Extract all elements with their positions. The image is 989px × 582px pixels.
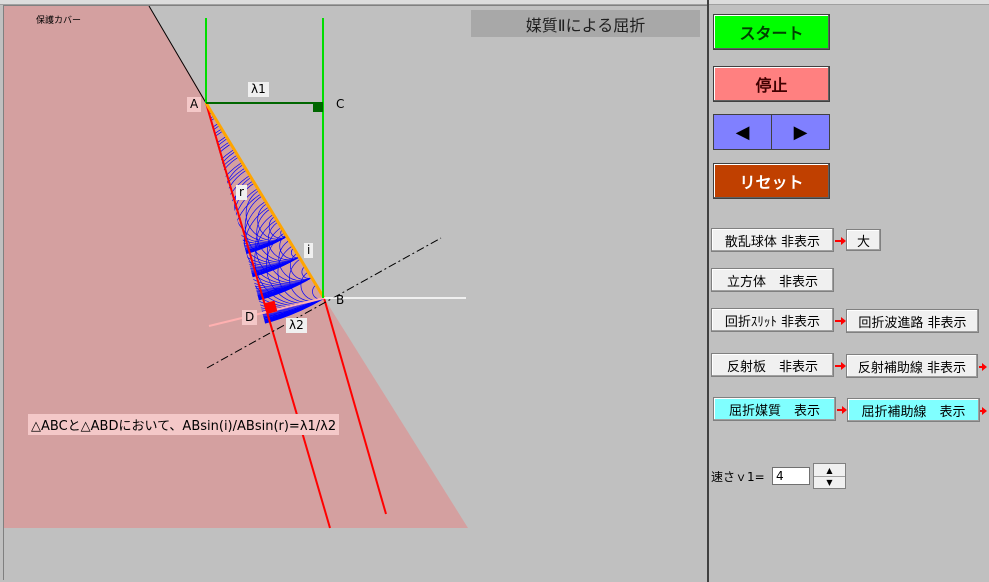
refract-guide-toggle[interactable]: 屈折補助線 表示 xyxy=(847,398,980,422)
speed-input[interactable] xyxy=(772,467,810,485)
triangle-left-icon: ◀ xyxy=(735,121,750,143)
triangle-right-icon: ▶ xyxy=(793,121,808,143)
angle-r-label: r xyxy=(236,185,247,200)
stop-button[interactable]: 停止 xyxy=(713,66,830,102)
start-button[interactable]: スタート xyxy=(713,14,830,50)
step-buttons: ◀ ▶ xyxy=(713,114,830,150)
speed-spinner: ▲ ▼ xyxy=(813,463,846,489)
reset-button[interactable]: リセット xyxy=(713,163,830,199)
spin-down-button[interactable]: ▼ xyxy=(814,476,845,488)
panel-divider xyxy=(707,0,709,582)
refraction-diagram xyxy=(4,6,468,529)
right-angle-c xyxy=(313,102,323,112)
refraction-medium xyxy=(4,6,468,528)
simulation-title: 媒質Ⅱによる屈折 xyxy=(471,10,700,37)
point-d-label: D xyxy=(242,310,258,325)
size-button[interactable]: 大 xyxy=(846,229,881,251)
red-arrow-icon xyxy=(979,363,987,371)
point-c-label: C xyxy=(336,97,345,111)
red-arrow-icon xyxy=(980,407,987,415)
angle-i-label: i xyxy=(304,243,314,258)
red-arrow-icon xyxy=(835,362,846,370)
slit-toggle[interactable]: 回折ｽﾘｯﾄ 非表示 xyxy=(711,308,834,332)
red-arrow-icon xyxy=(835,237,846,245)
snell-formula: △ABCと△ABDにおいて、ABsin(i)/ABsin(r)=λ1/λ2 xyxy=(28,414,340,435)
scatter-sphere-toggle[interactable]: 散乱球体 非表示 xyxy=(711,228,834,252)
reflect-guide-toggle[interactable]: 反射補助線 非表示 xyxy=(846,354,978,378)
medium-toggle[interactable]: 屈折媒質 表示 xyxy=(713,397,836,421)
cover-label: 保護カバー xyxy=(36,16,82,26)
step-back-button[interactable]: ◀ xyxy=(714,115,771,149)
point-a-label: A xyxy=(187,97,202,112)
point-b-label: B xyxy=(336,293,345,307)
red-arrow-icon xyxy=(837,406,847,414)
lambda2-label: λ2 xyxy=(286,318,307,333)
step-forward-button[interactable]: ▶ xyxy=(771,115,829,149)
simulation-canvas: 保護カバー 媒質Ⅱによる屈折 A λ1 C r i B D λ2 △ABCと△A… xyxy=(3,5,708,580)
speed-label: 速さｖ1= xyxy=(711,470,765,484)
cube-toggle[interactable]: 立方体 非表示 xyxy=(711,268,834,292)
lambda1-label: λ1 xyxy=(248,82,269,97)
red-arrow-icon xyxy=(835,317,846,325)
diffract-path-toggle[interactable]: 回折波進路 非表示 xyxy=(846,309,979,333)
reflector-toggle[interactable]: 反射板 非表示 xyxy=(711,353,834,377)
